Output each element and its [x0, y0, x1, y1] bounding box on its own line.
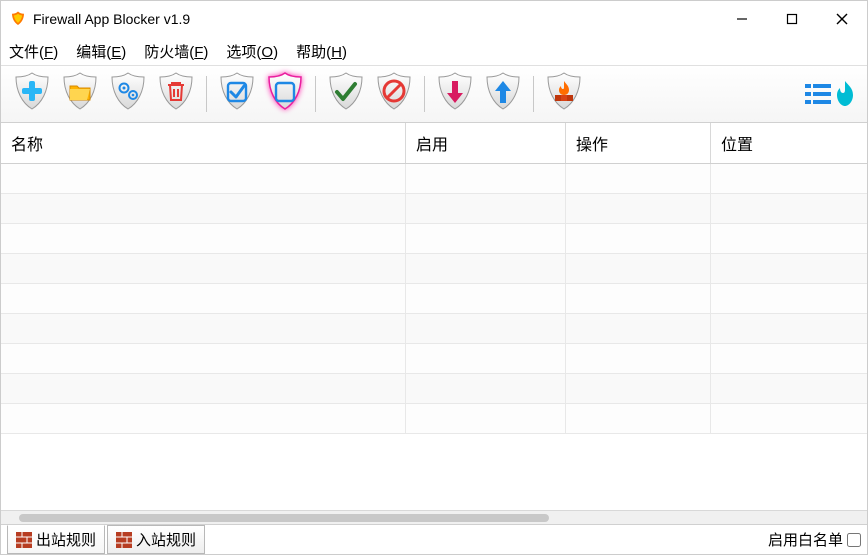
tab-inbound[interactable]: 入站规则	[107, 525, 205, 554]
table-row[interactable]	[1, 284, 867, 314]
menu-edit[interactable]: 编辑(E)	[76, 41, 126, 62]
block-button[interactable]	[373, 71, 415, 117]
bottom-bar: 出站规则 入站规则 启用白名单	[1, 524, 867, 554]
folder-icon	[70, 86, 90, 100]
whitelist-toggle[interactable]: 启用白名单	[768, 529, 861, 550]
window-controls	[717, 1, 867, 37]
rules-table: 名称 启用 操作 位置	[1, 123, 867, 524]
table-body[interactable]	[1, 164, 867, 510]
menu-options[interactable]: 选项(O)	[226, 41, 278, 62]
uncheck-all-button[interactable]	[264, 71, 306, 117]
maximize-button[interactable]	[767, 1, 817, 37]
app-icon	[9, 10, 27, 28]
allow-button[interactable]	[325, 71, 367, 117]
whitelist-checkbox[interactable]	[847, 533, 861, 547]
toolbar	[1, 65, 867, 123]
move-down-button[interactable]	[434, 71, 476, 117]
col-enabled[interactable]: 启用	[406, 123, 566, 163]
whitelist-label: 启用白名单	[768, 529, 843, 550]
brick-icon	[16, 532, 32, 548]
move-up-button[interactable]	[482, 71, 524, 117]
table-row[interactable]	[1, 314, 867, 344]
table-row[interactable]	[1, 164, 867, 194]
flame-icon	[833, 80, 857, 108]
tab-inbound-label: 入站规则	[136, 529, 196, 550]
col-location[interactable]: 位置	[711, 123, 867, 163]
menu-help[interactable]: 帮助(H)	[296, 41, 347, 62]
table-row[interactable]	[1, 374, 867, 404]
window-title: Firewall App Blocker v1.9	[33, 11, 190, 27]
tab-outbound[interactable]: 出站规则	[7, 525, 105, 554]
horizontal-scrollbar[interactable]	[1, 510, 867, 524]
menu-file[interactable]: 文件(F)	[9, 41, 58, 62]
table-row[interactable]	[1, 254, 867, 284]
title-bar: Firewall App Blocker v1.9	[1, 1, 867, 37]
table-row[interactable]	[1, 224, 867, 254]
brick-icon	[116, 532, 132, 548]
open-folder-button[interactable]	[59, 71, 101, 117]
table-row[interactable]	[1, 404, 867, 434]
list-icon	[805, 82, 831, 106]
add-button[interactable]	[11, 71, 53, 117]
table-row[interactable]	[1, 194, 867, 224]
table-row[interactable]	[1, 344, 867, 374]
close-button[interactable]	[817, 1, 867, 37]
settings-button[interactable]	[107, 71, 149, 117]
menu-bar: 文件(F) 编辑(E) 防火墙(F) 选项(O) 帮助(H)	[1, 37, 867, 65]
col-action[interactable]: 操作	[566, 123, 711, 163]
table-header: 名称 启用 操作 位置	[1, 123, 867, 164]
firewall-status-button[interactable]	[543, 71, 585, 117]
delete-button[interactable]	[155, 71, 197, 117]
check-all-button[interactable]	[216, 71, 258, 117]
minimize-button[interactable]	[717, 1, 767, 37]
col-name[interactable]: 名称	[1, 123, 406, 163]
menu-firewall[interactable]: 防火墙(F)	[144, 41, 208, 62]
panel-toggle-button[interactable]	[805, 80, 857, 108]
tab-outbound-label: 出站规则	[36, 529, 96, 550]
